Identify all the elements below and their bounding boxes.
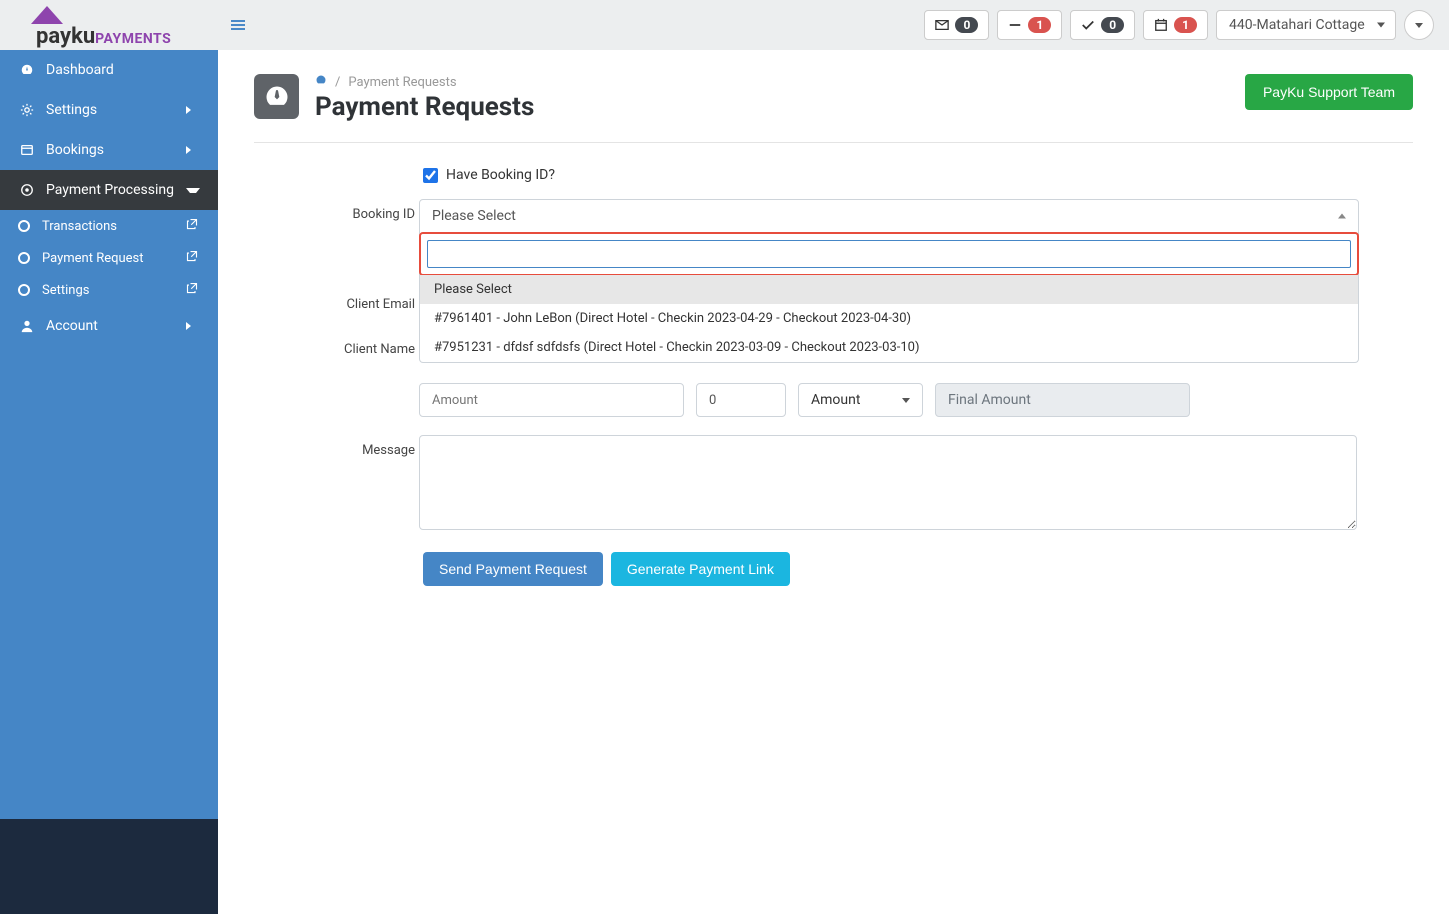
- amount-type-select[interactable]: Amount: [798, 383, 923, 417]
- dropdown-option[interactable]: Please Select: [420, 275, 1358, 304]
- have-booking-label: Have Booking ID?: [446, 167, 555, 183]
- logo: paykuPAYMENTS: [0, 0, 218, 50]
- breadcrumb-current: Payment Requests: [348, 75, 456, 90]
- amount-input[interactable]: [419, 383, 684, 417]
- chevron-down-icon: [1377, 23, 1385, 28]
- check-icon: [1081, 18, 1095, 32]
- support-button[interactable]: PayKu Support Team: [1245, 74, 1413, 110]
- sidebar-item-label: Settings: [42, 283, 186, 298]
- sidebar-footer: [0, 819, 218, 914]
- confirmed-badge-button[interactable]: 0: [1070, 10, 1135, 40]
- breadcrumb-home[interactable]: [315, 74, 327, 90]
- messages-badge-button[interactable]: 0: [924, 10, 989, 40]
- sidebar-item-label: Bookings: [46, 142, 186, 158]
- sidebar-item-label: Account: [46, 318, 186, 334]
- dropdown-option[interactable]: #7961401 - John LeBon (Direct Hotel - Ch…: [420, 304, 1358, 333]
- chevron-down-icon: [902, 398, 910, 403]
- divider: [254, 142, 1413, 143]
- sidebar-item-dashboard[interactable]: Dashboard: [0, 50, 218, 90]
- menu-toggle-button[interactable]: [218, 17, 258, 33]
- chevron-down-icon: [1415, 23, 1423, 28]
- sidebar-item-label: Dashboard: [46, 62, 200, 78]
- external-link-icon: [186, 250, 200, 266]
- chevron-right-icon: [186, 106, 200, 114]
- booking-id-search-input[interactable]: [427, 240, 1351, 268]
- badge-count: 1: [1174, 17, 1197, 33]
- amount-type-label: Amount: [811, 392, 860, 408]
- dashboard-icon: [18, 63, 36, 77]
- client-email-label: Client Email: [314, 289, 419, 312]
- sidebar-item-label: Transactions: [42, 219, 186, 234]
- sidebar-item-account[interactable]: Account: [0, 306, 218, 346]
- sidebar-item-label: Payment Processing: [46, 182, 186, 198]
- message-textarea[interactable]: [419, 435, 1357, 530]
- minus-icon: [1008, 18, 1022, 32]
- calendar-badge-button[interactable]: 1: [1143, 10, 1208, 40]
- final-amount-display: Final Amount: [935, 383, 1190, 417]
- badge-count: 1: [1028, 17, 1051, 33]
- circle-icon: [18, 220, 30, 232]
- hamburger-icon: [230, 17, 246, 33]
- discount-input[interactable]: [696, 383, 786, 417]
- chevron-right-icon: [186, 146, 200, 154]
- badge-count: 0: [1101, 17, 1124, 33]
- generate-payment-link-button[interactable]: Generate Payment Link: [611, 552, 790, 586]
- calendar-icon: [1154, 18, 1168, 32]
- dashboard-icon: [315, 74, 327, 86]
- property-selector-label: 440-Matahari Cottage: [1229, 17, 1365, 33]
- page-icon: [254, 74, 299, 119]
- external-link-icon: [186, 218, 200, 234]
- external-link-icon: [186, 282, 200, 298]
- sidebar-item-payment-processing[interactable]: Payment Processing: [0, 170, 218, 210]
- property-selector[interactable]: 440-Matahari Cottage: [1216, 10, 1396, 40]
- have-booking-checkbox[interactable]: [423, 168, 438, 183]
- bookings-icon: [18, 143, 36, 157]
- page-title: Payment Requests: [315, 92, 1229, 122]
- sidebar-item-label: Settings: [46, 102, 186, 118]
- sidebar-item-settings[interactable]: Settings: [0, 90, 218, 130]
- booking-id-label: Booking ID: [314, 199, 419, 222]
- user-menu-button[interactable]: [1404, 10, 1434, 40]
- payment-icon: [18, 183, 36, 197]
- envelope-icon: [935, 18, 949, 32]
- logo-main: payku: [36, 24, 95, 49]
- circle-icon: [18, 252, 30, 264]
- sidebar-sub-transactions[interactable]: Transactions: [0, 210, 218, 242]
- chevron-up-icon: [1338, 214, 1346, 219]
- gauge-icon: [263, 83, 291, 111]
- booking-id-dropdown: Please Select #7961401 - John LeBon (Dir…: [419, 232, 1359, 363]
- client-name-label: Client Name: [314, 334, 419, 357]
- sidebar-item-bookings[interactable]: Bookings: [0, 130, 218, 170]
- message-label: Message: [314, 435, 419, 458]
- send-payment-request-button[interactable]: Send Payment Request: [423, 552, 603, 586]
- dropdown-option[interactable]: #7951231 - dfdsf sdfdsfs (Direct Hotel -…: [420, 333, 1358, 362]
- circle-icon: [18, 284, 30, 296]
- user-icon: [18, 319, 36, 333]
- gear-icon: [18, 103, 36, 117]
- logo-triangle-icon: [31, 6, 63, 24]
- sidebar-sub-payment-request[interactable]: Payment Request: [0, 242, 218, 274]
- sidebar-sub-settings[interactable]: Settings: [0, 274, 218, 306]
- cancellations-badge-button[interactable]: 1: [997, 10, 1062, 40]
- chevron-right-icon: [186, 322, 200, 330]
- badge-count: 0: [955, 17, 978, 33]
- booking-id-select[interactable]: Please Select: [419, 199, 1359, 233]
- sidebar-item-label: Payment Request: [42, 251, 186, 266]
- breadcrumb-separator: /: [335, 75, 340, 90]
- logo-sub: PAYMENTS: [95, 31, 171, 47]
- chevron-down-icon: [186, 188, 200, 193]
- final-amount-placeholder: Final Amount: [948, 392, 1031, 408]
- breadcrumb: / Payment Requests: [315, 74, 1229, 90]
- booking-id-select-value: Please Select: [432, 208, 516, 224]
